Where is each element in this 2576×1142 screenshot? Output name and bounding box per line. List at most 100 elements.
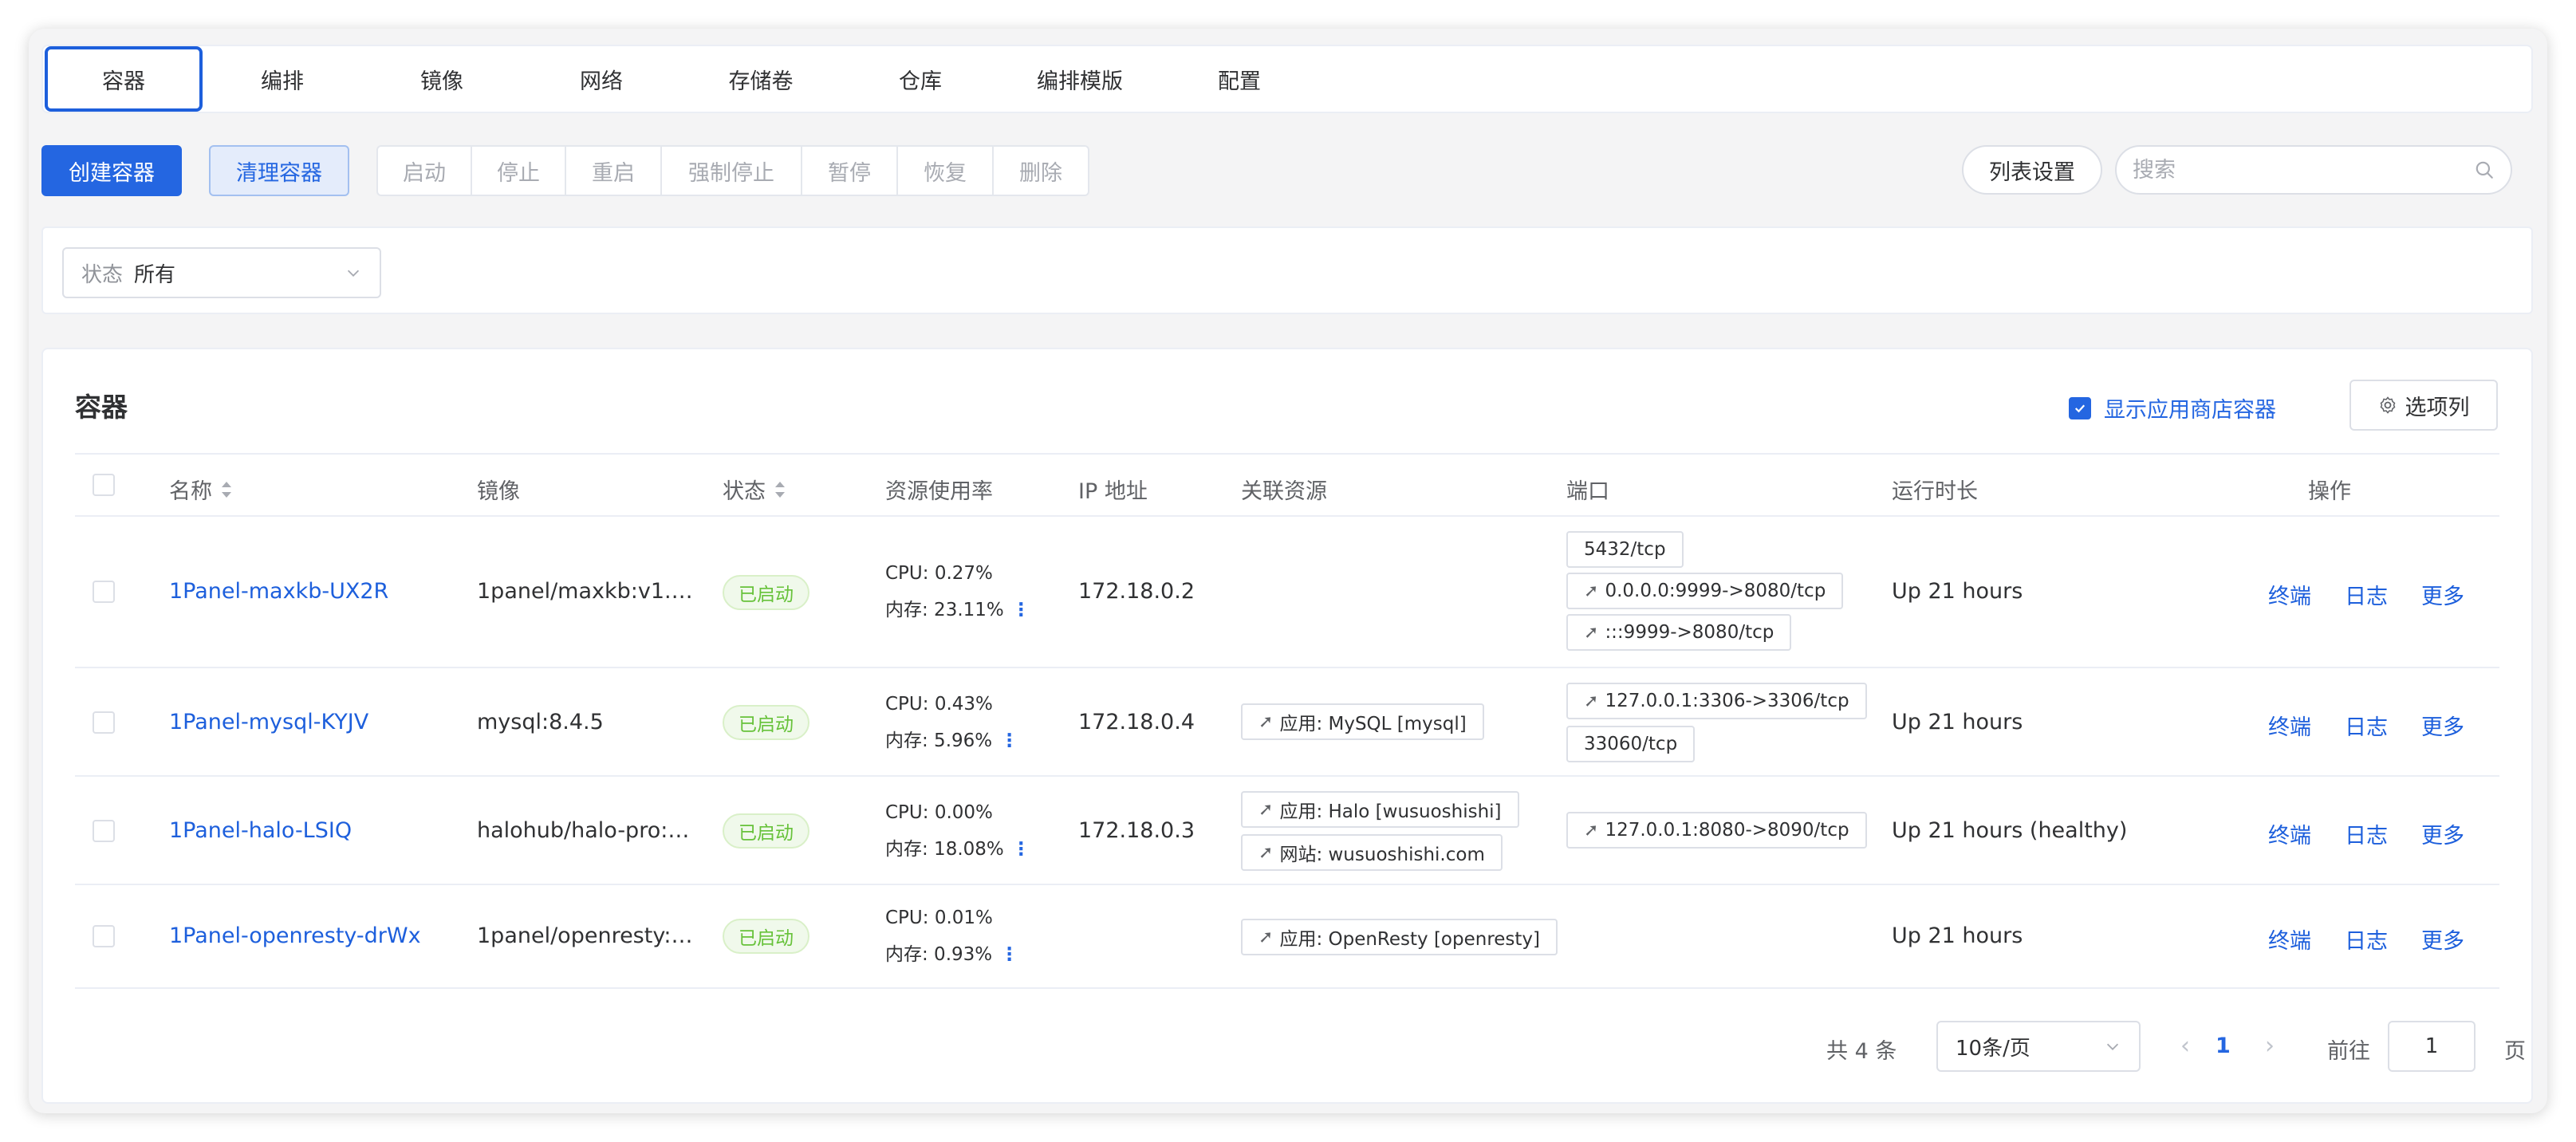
tab-repositories[interactable]: 仓库 [841,46,1000,112]
terminal-link[interactable]: 终端 [2268,923,2311,955]
chevron-down-icon [2106,1043,2119,1050]
delete-button[interactable]: 删除 [994,147,1088,195]
create-container-button[interactable]: 创建容器 [41,145,182,196]
logs-link[interactable]: 日志 [2345,923,2388,955]
tab-compose-templates[interactable]: 编排模版 [1000,46,1160,112]
memory-usage: 内存: 23.11% [885,600,1004,620]
next-page-icon[interactable]: › [2265,1032,2275,1060]
ip-address: 172.18.0.2 [1078,579,1195,604]
show-store-checkbox[interactable] [2069,396,2091,419]
port-tag-link[interactable]: ➚ 127.0.0.1:3306->3306/tcp [1566,683,1867,719]
related-resource-tag[interactable]: ➚ 应用: OpenResty [openresty] [1241,919,1558,955]
more-vertical-icon[interactable]: ⋮ [1012,600,1030,620]
resume-button[interactable]: 恢复 [898,147,994,195]
navigation-arrow-icon: ➚ [1258,842,1274,863]
container-name-link[interactable]: 1Panel-mysql-KYJV [169,710,368,734]
column-options-button[interactable]: 选项列 [2350,380,2498,431]
container-name-link[interactable]: 1Panel-maxkb-UX2R [169,579,388,604]
related-resource-tag[interactable]: ➚ 网站: wusuoshishi.com [1241,834,1503,871]
goto-page-input[interactable]: 1 [2388,1021,2476,1072]
filter-panel: 状态 所有 [41,226,2533,314]
status-filter-select[interactable]: 状态 所有 [62,247,381,298]
search-input[interactable] [2133,157,2474,183]
containers-panel: 容器 显示应用商店容器 选项列 名称 镜像 状态 资源使用率 IP 地址 关联资… [41,348,2533,1104]
tab-volumes[interactable]: 存储卷 [681,46,841,112]
page-suffix: 页 [2504,1039,2526,1064]
container-name-link[interactable]: 1Panel-openresty-drWx [169,923,421,948]
tab-networks[interactable]: 网络 [522,46,681,112]
sort-icon[interactable] [772,479,788,500]
ip-address: 172.18.0.4 [1078,710,1195,734]
row-checkbox[interactable] [93,820,115,842]
tab-images[interactable]: 镜像 [362,46,522,112]
related-resource-tag[interactable]: ➚ 应用: MySQL [mysql] [1241,703,1484,740]
port-tag-link[interactable]: ➚ 127.0.0.1:8080->8090/tcp [1566,812,1867,849]
cpu-usage: CPU: 0.00% [885,802,993,823]
tab-settings[interactable]: 配置 [1160,46,1319,112]
more-link[interactable]: 更多 [2421,710,2464,741]
more-vertical-icon[interactable]: ⋮ [1000,730,1018,751]
list-settings-button[interactable]: 列表设置 [1962,145,2102,195]
container-actions-group: 启动 停止 重启 强制停止 暂停 恢复 删除 [376,145,1089,196]
related-resource-tag[interactable]: ➚ 应用: Halo [wusuoshishi] [1241,791,1519,828]
pause-button[interactable]: 暂停 [802,147,898,195]
uptime: Up 21 hours [1892,710,2023,734]
more-vertical-icon[interactable]: ⋮ [1012,839,1030,860]
sort-icon[interactable] [219,479,234,500]
restart-button[interactable]: 重启 [566,147,662,195]
terminal-link[interactable]: 终端 [2268,818,2311,849]
container-image: 1panel/openresty:… [477,923,693,948]
column-status[interactable]: 状态 [723,474,788,505]
more-vertical-icon[interactable]: ⋮ [1000,944,1018,965]
navigation-arrow-icon: ➚ [1584,581,1599,601]
terminal-link[interactable]: 终端 [2268,579,2311,610]
column-name[interactable]: 名称 [169,474,234,505]
toolbar: 创建容器 清理容器 启动 停止 重启 强制停止 暂停 恢复 删除 列表设置 [41,145,2533,201]
row-actions: 终端 日志 更多 [2268,818,2464,849]
logs-link[interactable]: 日志 [2345,579,2388,610]
start-button[interactable]: 启动 [378,147,472,195]
show-store-containers-toggle[interactable]: 显示应用商店容器 [2069,392,2276,423]
port-tag-link[interactable]: ➚:::9999->8080/tcp [1566,614,1792,651]
more-link[interactable]: 更多 [2421,923,2464,955]
row-checkbox[interactable] [93,581,115,603]
page-number-current[interactable]: 1 [2216,1034,2231,1058]
table-row: 1Panel-mysql-KYJV mysql:8.4.5 已启动 CPU: 0… [75,668,2499,777]
more-link[interactable]: 更多 [2421,579,2464,610]
page-size-select[interactable]: 10条/页 [1936,1021,2141,1072]
status-filter-prefix: 状态 [81,262,124,287]
tab-containers[interactable]: 容器 [45,46,203,112]
clean-containers-button[interactable]: 清理容器 [209,145,349,196]
app-window: 容器 编排 镜像 网络 存储卷 仓库 编排模版 配置 创建容器 清理容器 启动 … [29,29,2547,1113]
port-tag: 5432/tcp [1566,531,1684,568]
status-badge: 已启动 [723,705,809,740]
resource-usage: CPU: 0.01% 内存: 0.93% ⋮ [885,900,1018,973]
port-tag-link[interactable]: ➚ 0.0.0.0:9999->8080/tcp [1566,573,1844,609]
column-uptime: 运行时长 [1892,479,1978,504]
cpu-usage: CPU: 0.27% [885,563,993,584]
more-link[interactable]: 更多 [2421,818,2464,849]
container-name-link[interactable]: 1Panel-halo-LSIQ [169,818,352,843]
logs-link[interactable]: 日志 [2345,818,2388,849]
stop-button[interactable]: 停止 [472,147,566,195]
tab-compose[interactable]: 编排 [203,46,362,112]
select-all-checkbox[interactable] [93,474,115,496]
force-stop-button[interactable]: 强制停止 [662,147,802,195]
terminal-link[interactable]: 终端 [2268,710,2311,741]
prev-page-icon[interactable]: ‹ [2180,1032,2190,1060]
show-store-label: 显示应用商店容器 [2104,398,2276,423]
ip-address: 172.18.0.3 [1078,818,1195,843]
uptime: Up 21 hours [1892,923,2023,948]
resource-usage: CPU: 0.43% 内存: 5.96% ⋮ [885,686,1018,759]
check-icon [2074,404,2086,412]
cpu-usage: CPU: 0.01% [885,908,993,928]
row-checkbox[interactable] [93,925,115,947]
memory-usage: 内存: 18.08% [885,839,1004,860]
column-options-label: 选项列 [2405,395,2470,420]
search-icon[interactable] [2474,159,2495,180]
logs-link[interactable]: 日志 [2345,710,2388,741]
row-checkbox[interactable] [93,711,115,734]
table-row: 1Panel-maxkb-UX2R 1panel/maxkb:v1.… 已启动 … [75,517,2499,668]
table-row: 1Panel-openresty-drWx 1panel/openresty:…… [75,885,2499,989]
resource-usage: CPU: 0.27% 内存: 23.11% ⋮ [885,555,1030,628]
